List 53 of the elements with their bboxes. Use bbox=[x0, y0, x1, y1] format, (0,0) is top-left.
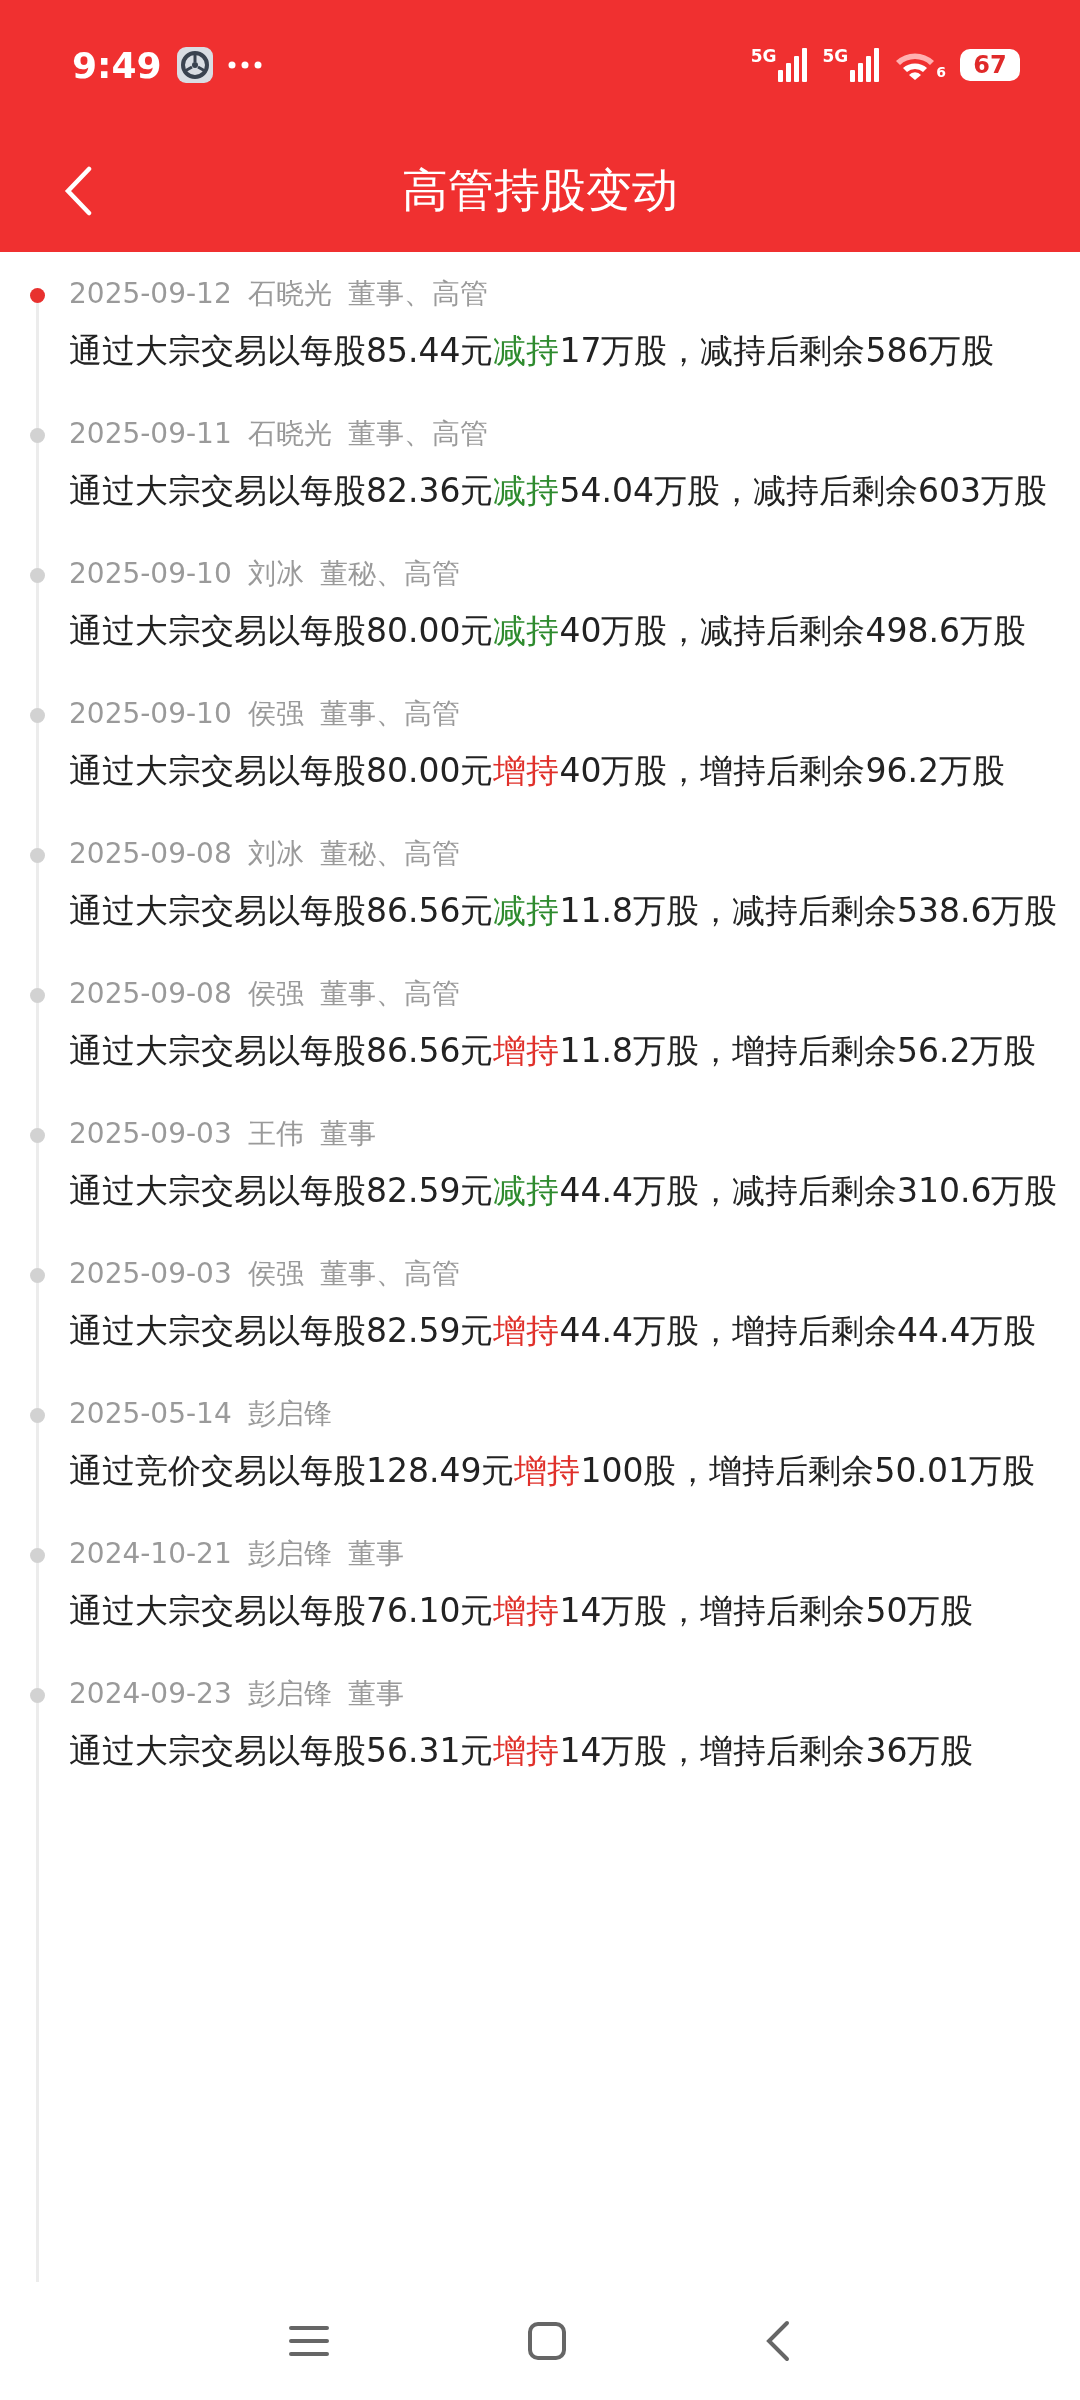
person-role: 董事、高管 bbox=[319, 1256, 460, 1292]
person-role: 董事 bbox=[347, 1676, 404, 1712]
record-date: 2024-09-23 bbox=[69, 1676, 232, 1712]
record-date: 2025-09-03 bbox=[69, 1116, 232, 1152]
person-name: 石晓光 bbox=[247, 416, 332, 452]
record-date: 2025-09-03 bbox=[69, 1256, 232, 1292]
record-description: 通过大宗交易以每股56.31元增持14万股，增持后剩余36万股 bbox=[69, 1730, 975, 1772]
network-label: 5G bbox=[750, 48, 777, 65]
record-date: 2025-09-11 bbox=[69, 416, 232, 452]
record-description: 通过大宗交易以每股76.10元增持14万股，增持后剩余50万股 bbox=[69, 1590, 975, 1632]
signal-icon bbox=[850, 48, 881, 82]
record-description: 通过竞价交易以每股128.49元增持100股，增持后剩余50.01万股 bbox=[69, 1450, 1036, 1492]
record-date: 2024-10-21 bbox=[69, 1536, 232, 1572]
person-role: 董事、高管 bbox=[319, 696, 460, 732]
wifi-label: 6 bbox=[936, 64, 946, 80]
record-description: 通过大宗交易以每股82.59元减持44.4万股，减持后剩余310.6万股 bbox=[69, 1170, 1059, 1212]
person-name: 侯强 bbox=[247, 976, 304, 1012]
network-label: 5G bbox=[822, 48, 849, 65]
record-description: 通过大宗交易以每股85.44元减持17万股，减持后剩余586万股 bbox=[69, 330, 996, 372]
record-date: 2025-05-14 bbox=[69, 1396, 232, 1432]
signal-icon bbox=[778, 48, 809, 82]
record-description: 通过大宗交易以每股86.56元减持11.8万股，减持后剩余538.6万股 bbox=[69, 890, 1059, 932]
record-date: 2025-09-12 bbox=[69, 276, 232, 312]
record-date: 2025-09-08 bbox=[69, 836, 232, 872]
record-description: 通过大宗交易以每股82.59元增持44.4万股，增持后剩余44.4万股 bbox=[69, 1310, 1038, 1352]
person-role: 董事、高管 bbox=[347, 276, 488, 312]
more-icon bbox=[227, 61, 262, 69]
record-description: 通过大宗交易以每股80.00元增持40万股，增持后剩余96.2万股 bbox=[69, 750, 1006, 792]
record-description: 通过大宗交易以每股82.36元减持54.04万股，减持后剩余603万股 bbox=[69, 470, 1048, 512]
person-name: 侯强 bbox=[247, 1256, 304, 1292]
person-name: 彭启锋 bbox=[247, 1536, 332, 1572]
person-name: 彭启锋 bbox=[247, 1396, 332, 1432]
person-name: 刘冰 bbox=[247, 556, 304, 592]
person-role: 董秘、高管 bbox=[319, 836, 460, 872]
battery-level: 67 bbox=[960, 49, 1020, 81]
person-role: 董事 bbox=[347, 1536, 404, 1572]
person-name: 刘冰 bbox=[247, 836, 304, 872]
settings-icon bbox=[175, 46, 214, 84]
status-time: 9:49 bbox=[72, 44, 162, 86]
record-description: 通过大宗交易以每股80.00元减持40万股，减持后剩余498.6万股 bbox=[69, 610, 1027, 652]
person-role: 董事、高管 bbox=[347, 416, 488, 452]
person-name: 石晓光 bbox=[247, 276, 332, 312]
person-role: 董秘、高管 bbox=[319, 556, 460, 592]
person-role: 董事 bbox=[319, 1116, 376, 1152]
record-date: 2025-09-10 bbox=[69, 696, 232, 732]
record-description: 通过大宗交易以每股86.56元增持11.8万股，增持后剩余56.2万股 bbox=[69, 1030, 1038, 1072]
person-name: 彭启锋 bbox=[247, 1676, 332, 1712]
person-name: 侯强 bbox=[247, 696, 304, 732]
person-name: 王伟 bbox=[247, 1116, 304, 1152]
page-title: 高管持股变动 bbox=[402, 162, 678, 219]
person-role: 董事、高管 bbox=[319, 976, 460, 1012]
record-date: 2025-09-10 bbox=[69, 556, 232, 592]
record-date: 2025-09-08 bbox=[69, 976, 232, 1012]
